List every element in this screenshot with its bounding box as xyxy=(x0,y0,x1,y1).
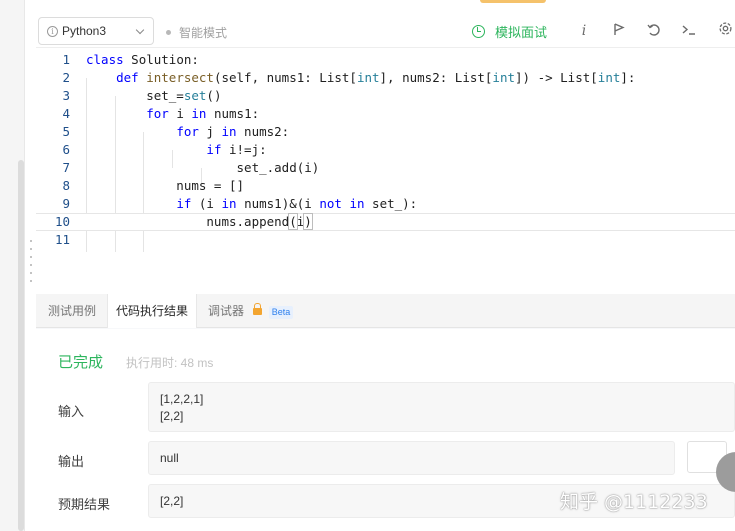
line-number: 11 xyxy=(54,232,70,247)
result-tabs: 测试用例 代码执行结果 调试器 Beta xyxy=(36,294,735,328)
code-line: 9 if (i in nums1)&(i not in set_): xyxy=(36,195,735,213)
tab-label: 测试用例 xyxy=(48,304,97,318)
code-line: 2 def intersect(self, nums1: List[int], … xyxy=(36,69,735,87)
left-panel-scrollbar[interactable] xyxy=(18,160,24,531)
code-line: 8 nums = [] xyxy=(36,177,735,195)
code-line-active: 10 nums.append(i) xyxy=(36,213,735,231)
smart-mode-dot-icon xyxy=(166,30,171,35)
input-value-1: [1,2,2,1] xyxy=(160,392,204,406)
code-text: nums.append(i) xyxy=(86,213,313,230)
code-text: for i in nums1: xyxy=(146,106,260,121)
code-line: 11 xyxy=(36,231,735,249)
line-number: 2 xyxy=(62,70,70,85)
panel-resize-handle[interactable] xyxy=(29,240,33,288)
expected-label: 预期结果 xyxy=(58,497,111,512)
output-label: 输出 xyxy=(58,454,85,469)
editor-toolbar: i Python3 智能模式 模拟面试 i xyxy=(36,0,735,48)
language-label: Python3 xyxy=(62,24,107,38)
mock-interview-button[interactable]: 模拟面试 xyxy=(472,20,547,42)
code-line: 1 class Solution: xyxy=(36,51,735,69)
code-line: 7 set_.add(i) xyxy=(36,159,735,177)
tab-run-result[interactable]: 代码执行结果 xyxy=(107,294,198,328)
clock-icon xyxy=(472,24,485,38)
smart-mode-toggle[interactable]: 智能模式 xyxy=(166,24,227,41)
settings-icon[interactable] xyxy=(715,20,735,42)
info-icon: i xyxy=(47,25,58,37)
tab-testcases[interactable]: 测试用例 xyxy=(40,294,104,328)
run-icon[interactable] xyxy=(609,20,629,42)
code-editor[interactable]: 1 class Solution: 2 def intersect(self, … xyxy=(36,48,735,294)
line-number: 6 xyxy=(62,142,70,157)
exec-time: 执行用时: 48 ms xyxy=(126,356,214,370)
code-line: 4 for i in nums1: xyxy=(36,105,735,123)
chevron-down-icon xyxy=(135,25,145,35)
top-accent-bar xyxy=(480,0,546,3)
code-text: if (i in nums1)&(i not in set_): xyxy=(176,196,418,211)
code-text: set_.add(i) xyxy=(86,160,320,175)
code-text: for j in nums2: xyxy=(176,124,290,139)
smart-mode-label: 智能模式 xyxy=(179,26,228,40)
line-number: 3 xyxy=(62,88,70,103)
line-number: 10 xyxy=(54,214,70,229)
code-text: if i!=j: xyxy=(206,142,267,157)
reset-icon[interactable] xyxy=(644,20,664,42)
code-line: 3 set_=set() xyxy=(36,87,735,105)
output-box[interactable]: null xyxy=(148,441,675,475)
line-number: 4 xyxy=(62,106,70,121)
status-text: 已完成 xyxy=(58,354,104,371)
code-text: class Solution: xyxy=(86,52,199,67)
input-value-2: [2,2] xyxy=(160,409,184,423)
input-label: 输入 xyxy=(58,404,85,419)
line-number: 8 xyxy=(62,178,70,193)
tab-debugger[interactable]: 调试器 Beta xyxy=(200,294,301,328)
code-text: set_=set() xyxy=(86,88,222,103)
lock-icon xyxy=(253,303,263,315)
input-box[interactable]: [1,2,2,1] [2,2] xyxy=(148,382,735,432)
tab-label: 调试器 xyxy=(208,304,245,318)
info-icon[interactable]: i xyxy=(574,20,594,42)
console-icon[interactable] xyxy=(679,20,699,42)
line-number: 1 xyxy=(62,52,70,67)
language-select[interactable]: i Python3 xyxy=(38,17,154,45)
line-number: 7 xyxy=(62,160,70,175)
beta-badge: Beta xyxy=(268,306,294,319)
line-number: 5 xyxy=(62,124,70,139)
watermark: 知乎 @1112233 xyxy=(560,491,708,513)
code-line: 5 for j in nums2: xyxy=(36,123,735,141)
mock-interview-label: 模拟面试 xyxy=(495,24,548,40)
code-text: def intersect(self, nums1: List[int], nu… xyxy=(116,70,636,85)
output-value: null xyxy=(160,451,179,465)
line-number: 9 xyxy=(62,196,70,211)
code-line: 6 if i!=j: xyxy=(36,141,735,159)
tab-label: 代码执行结果 xyxy=(116,304,189,318)
code-text: nums = [] xyxy=(86,178,245,193)
